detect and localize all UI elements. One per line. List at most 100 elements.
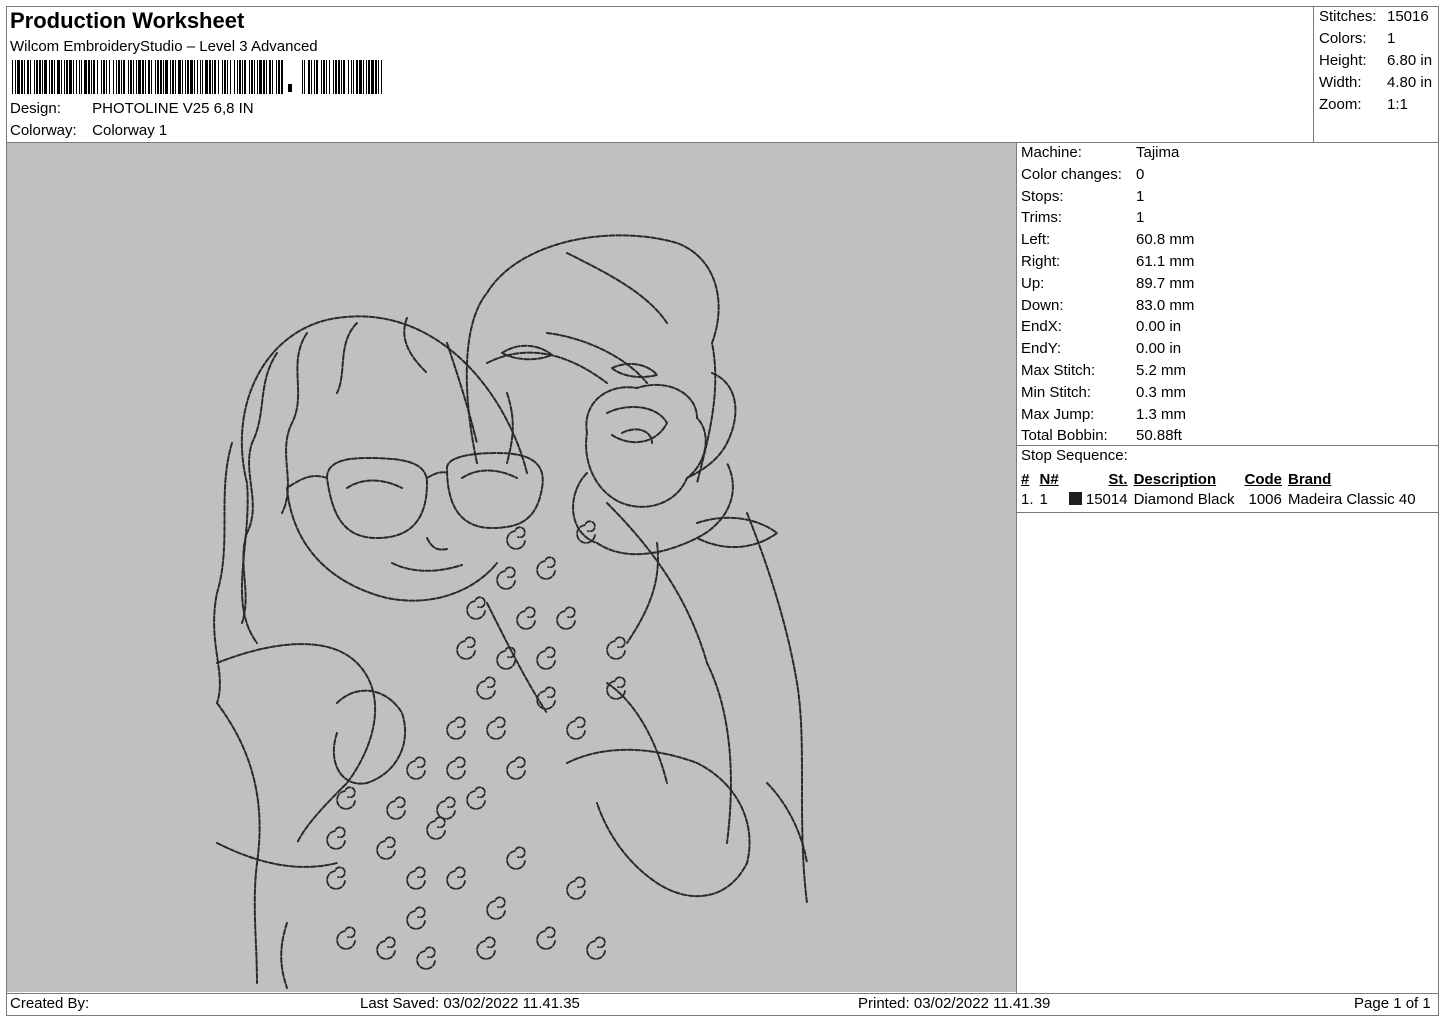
woman-hand [332,689,407,785]
fabric-line [280,922,288,989]
machine-row: Up: 89.7 mm [1021,274,1194,296]
summary-value: 1:1 [1387,96,1408,113]
machine-row: Min Stitch: 0.3 mm [1021,383,1194,405]
software-name: Wilcom EmbroideryStudio – Level 3 Advanc… [10,38,318,55]
summary-value: 6.80 in [1387,52,1433,69]
col-st: St. [1108,470,1128,488]
col-code: Code [1244,470,1282,488]
machine-row: Machine: Tajima [1021,143,1194,165]
table-bottom-divider [1017,512,1439,513]
machine-label: Left: [1021,231,1051,249]
machine-value: 0.00 in [1136,318,1182,336]
colorway-row: Colorway: Colorway 1 [10,122,167,139]
woman-eye [346,479,403,489]
rose-stem [626,542,659,644]
woman-mouth [391,562,463,572]
machine-value: 60.8 mm [1136,231,1195,249]
design-label: Design: [10,100,61,117]
summary-row: Zoom: 1:1 [1319,95,1432,117]
glasses-left-lens [326,457,428,539]
machine-label: Color changes: [1021,165,1122,183]
summary-value: 4.80 in [1387,74,1433,91]
machine-row: Right: 61.1 mm [1021,252,1194,274]
machine-label: Max Stitch: [1021,361,1096,379]
row-st-cell: 15014 [1065,489,1134,509]
summary-label: Stitches: [1319,8,1377,25]
machine-label: EndY: [1021,340,1062,358]
colorway-label: Colorway: [10,122,77,139]
machine-label: Up: [1021,274,1045,292]
woman-arm [216,702,261,984]
design-value: PHOTOLINE V25 6,8 IN [92,100,254,117]
machine-row: Left: 60.8 mm [1021,230,1194,252]
summary-row: Width: 4.80 in [1319,73,1432,95]
man-hand [566,748,751,897]
row-needle: 1 [1039,490,1048,508]
glasses-bridge [426,471,448,479]
machine-value: 5.2 mm [1136,361,1187,379]
barcode-image [12,60,382,94]
fabric-line [766,782,808,864]
woman-nose [426,537,448,551]
machine-value: 89.7 mm [1136,274,1195,292]
machine-row: Max Stitch: 5.2 mm [1021,361,1194,383]
embroidery-drawing [213,234,808,989]
machine-value: 1 [1136,209,1145,227]
man-hair-line [566,252,668,324]
machine-row: EndY: 0.00 in [1021,339,1194,361]
summary-value: 1 [1387,30,1396,47]
row-st: 15014 [1085,490,1128,508]
woman-eye [461,469,518,479]
summary-value: 15016 [1387,8,1429,25]
summary-label: Colors: [1319,30,1367,47]
summary-label: Zoom: [1319,96,1362,113]
machine-value: 1.3 mm [1136,405,1187,423]
table-header-row: # N# St. Description Code Brand [1021,469,1422,489]
machine-value: 0.3 mm [1136,383,1187,401]
woman-hair-wave [213,442,233,704]
fabric-line [216,842,338,868]
machine-value: 83.0 mm [1136,296,1195,314]
page-title: Production Worksheet [10,8,245,33]
stop-sequence-label: Stop Sequence: [1021,447,1128,464]
preview-divider [1016,143,1017,993]
machine-label: Max Jump: [1021,405,1095,423]
color-swatch [1068,491,1082,505]
fabric-line [606,682,668,784]
machine-label: Stops: [1021,187,1064,205]
summary-panel: Stitches: 15016 Colors: 1 Height: 6.80 in W… [1319,7,1432,117]
rose-outline [585,383,707,508]
summary-label: Height: [1319,52,1367,69]
woman-hair-wave [336,322,358,394]
machine-label: Machine: [1021,144,1082,161]
summary-divider [1313,6,1314,142]
machine-label: Min Stitch: [1021,383,1092,401]
row-num: 1. [1021,490,1034,508]
machine-row: Stops: 1 [1021,187,1194,209]
colorway-value: Colorway 1 [92,122,168,139]
woman-hair-wave [446,342,478,444]
machine-row: EndX: 0.00 in [1021,317,1194,339]
col-needle: N# [1039,470,1059,488]
row-description: Diamond Black [1133,490,1235,508]
rose-leaf [696,516,778,549]
machine-value: 0.00 in [1136,340,1182,358]
machine-label: Trims: [1021,209,1063,227]
last-saved: Last Saved: 03/02/2022 11.41.35 [360,995,580,1012]
woman-hair-wave [281,332,308,514]
col-description: Description [1133,470,1217,488]
summary-row: Stitches: 15016 [1319,7,1432,29]
machine-info-panel: Machine: Tajima Color changes: 0 Stops: 1 T… [1021,143,1194,448]
machine-label: Total Bobbin: [1021,427,1108,445]
summary-row: Height: 6.80 in [1319,51,1432,73]
col-brand: Brand [1287,470,1332,488]
design-preview [7,143,1016,992]
glasses-arm [286,475,328,489]
row-code: 1006 [1248,490,1282,508]
summary-label: Width: [1319,74,1362,91]
machine-label: Down: [1021,296,1064,314]
woman-face [286,487,498,602]
table-row: 1. 1 15014 Diamond Black 1006 Madeira Cl… [1021,489,1422,509]
woman-hair-outline [240,315,528,644]
rose-petal [606,406,668,444]
